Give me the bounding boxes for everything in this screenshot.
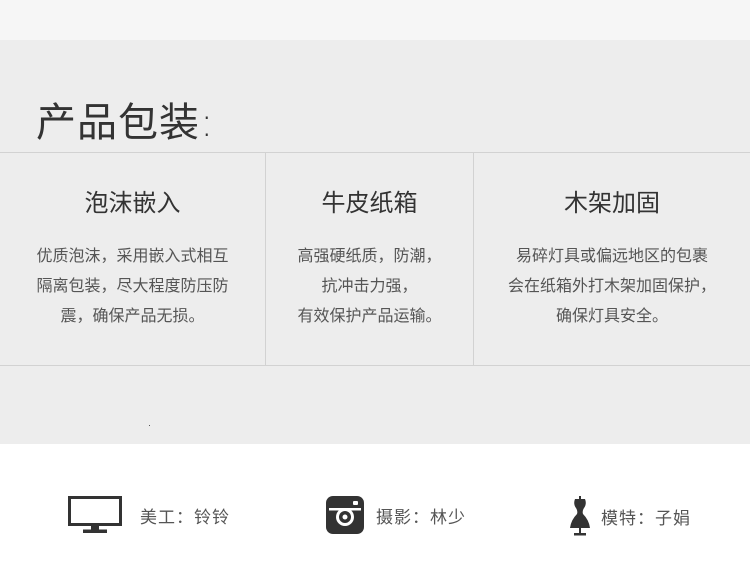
- monitor-icon: [68, 496, 122, 534]
- feature-title: 木架加固: [564, 189, 660, 217]
- feature-description-line: 震，确保产品无损。: [60, 306, 205, 325]
- section-title: 产品包装:: [36, 100, 215, 146]
- credit-text: 摄影：林少: [376, 507, 466, 528]
- feature-foam-insert: 泡沫嵌入 优质泡沫，采用嵌入式相互 隔离包装，尽大程度防压防 震，确保产品无损。: [0, 153, 266, 365]
- feature-description-line: 高强硬纸质，防潮，: [297, 246, 442, 265]
- feature-description-line: 隔离包装，尽大程度防压防: [36, 276, 229, 295]
- credit-text: 美工：铃铃: [140, 507, 230, 528]
- feature-description-line: 抗冲击力强，: [321, 276, 418, 295]
- camera-icon: [326, 496, 364, 534]
- feature-description-line: 优质泡沫，采用嵌入式相互: [36, 246, 229, 265]
- feature-description-line: 易碎灯具或偏远地区的包裹: [515, 246, 708, 265]
- packaging-features: 泡沫嵌入 优质泡沫，采用嵌入式相互 隔离包装，尽大程度防压防 震，确保产品无损。…: [0, 152, 750, 366]
- top-strip: [0, 0, 750, 40]
- feature-kraft-box: 牛皮纸箱 高强硬纸质，防潮， 抗冲击力强， 有效保护产品运输。: [266, 153, 474, 365]
- feature-wooden-frame: 木架加固 易碎灯具或偏远地区的包裹 会在纸箱外打木架加固保护， 确保灯具安全。: [474, 153, 750, 365]
- feature-title: 牛皮纸箱: [321, 189, 418, 217]
- credits-section: 美工：铃铃 摄影：林少 模特：子娟: [0, 444, 750, 580]
- mannequin-icon: [567, 496, 593, 536]
- credit-photographer: 摄影：林少: [326, 496, 466, 534]
- decorative-dot: [149, 425, 150, 426]
- feature-description-line: 确保灯具安全。: [555, 306, 668, 325]
- feature-description-line: 有效保护产品运输。: [297, 306, 442, 325]
- feature-title: 泡沫嵌入: [84, 189, 181, 217]
- credit-text: 模特：子娟: [601, 508, 691, 529]
- feature-description-line: 会在纸箱外打木架加固保护，: [507, 276, 716, 295]
- credit-designer: 美工：铃铃: [68, 496, 230, 534]
- packaging-section: 产品包装: 泡沫嵌入 优质泡沫，采用嵌入式相互 隔离包装，尽大程度防压防 震，确…: [0, 40, 750, 444]
- credit-model: 模特：子娟: [567, 496, 691, 536]
